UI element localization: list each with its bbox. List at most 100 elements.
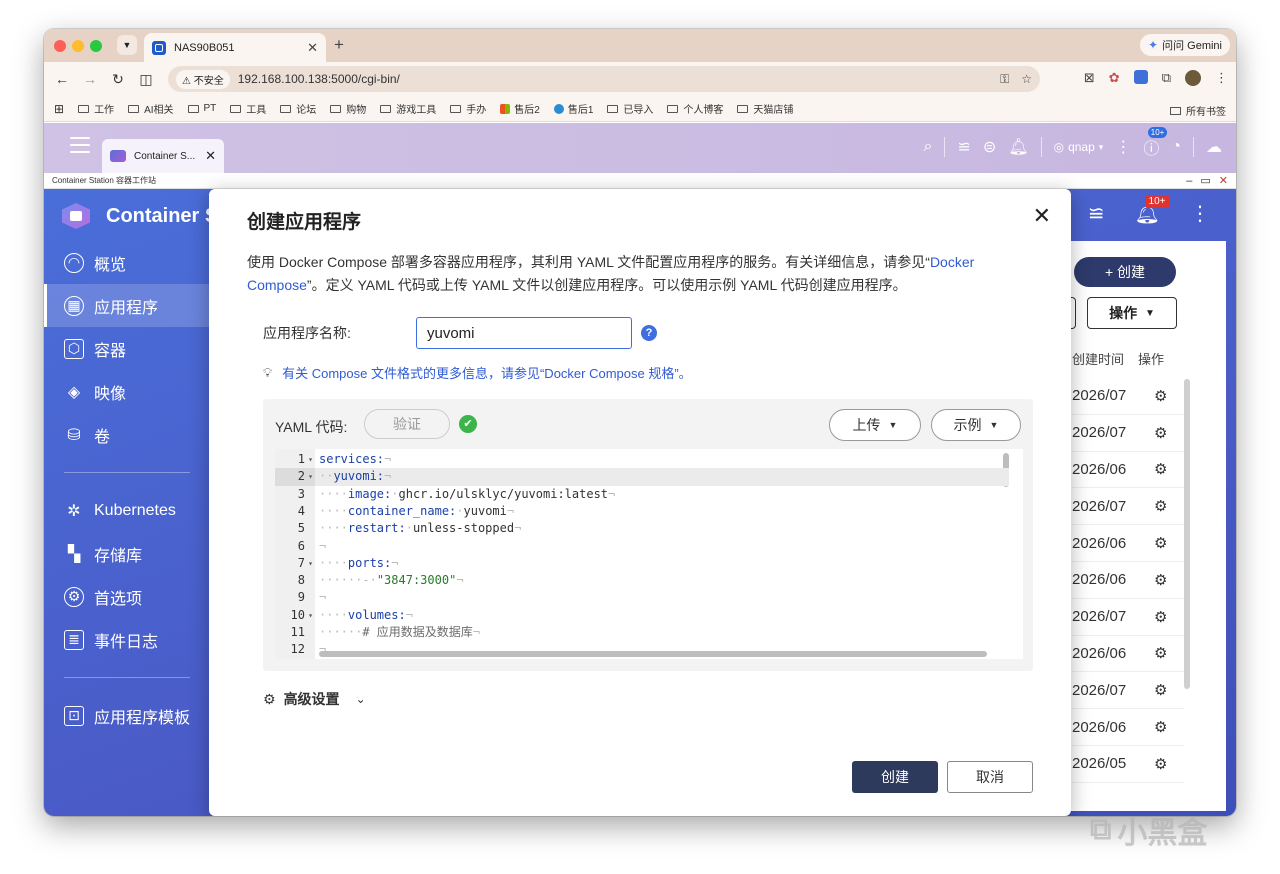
table-row[interactable]: 2026/06 ⚙ — [1072, 452, 1184, 489]
more-options-icon[interactable]: ⋮ — [1190, 201, 1210, 226]
table-scrollbar[interactable] — [1184, 379, 1190, 689]
reload-icon[interactable]: ↻ — [104, 71, 132, 88]
insecure-badge[interactable]: ⚠ 不安全 — [176, 69, 230, 89]
sidebar-item-overview[interactable]: ◠ 概览 — [44, 241, 210, 284]
settings-gear-icon[interactable]: ⚙ — [1154, 460, 1167, 478]
settings-gear-icon[interactable]: ⚙ — [1154, 497, 1167, 515]
code-line[interactable]: 12 ¬ — [275, 641, 1009, 658]
extension-icon[interactable]: ⊠ — [1084, 70, 1095, 86]
sidebar-item-applications[interactable]: ▦ 应用程序 — [44, 284, 210, 327]
user-menu[interactable]: ◎ qnap ▾ — [1054, 140, 1104, 154]
close-icon[interactable]: ✕ — [205, 148, 216, 164]
app-notification-bell-icon[interactable]: 🔔︎ 10+ — [1135, 195, 1170, 226]
code-line[interactable]: 5 ····restart:·unless-stopped¬ — [275, 520, 1009, 537]
settings-gear-icon[interactable]: ⚙ — [1154, 387, 1167, 405]
fold-arrow-icon[interactable]: ▾ — [308, 607, 313, 624]
gemini-button[interactable]: ✦ 问问 Gemini — [1140, 34, 1230, 56]
fold-arrow-icon[interactable]: ▾ — [308, 451, 313, 468]
yaml-code-editor[interactable]: 1 ▾ services:¬ 2 ▾ ··yuvomi:¬ 3 ····image:·ghcr… — [275, 449, 1023, 659]
address-bar[interactable]: ⚠ 不安全 192.168.100.138:5000/cgi-bin/ ⚿ ☆ — [168, 66, 1040, 92]
upload-dropdown[interactable]: 上传 ▼ — [829, 409, 921, 441]
table-row[interactable]: 2026/06 ⚙ — [1072, 636, 1184, 673]
settings-gear-icon[interactable]: ⚙ — [1154, 644, 1167, 662]
table-row[interactable]: 2026/07 ⚙ — [1072, 672, 1184, 710]
fold-arrow-icon[interactable]: ▾ — [308, 555, 313, 572]
sidebar-item-repository[interactable]: ▚ 存储库 — [44, 532, 210, 575]
minimize-icon[interactable]: – — [1186, 173, 1192, 189]
code-line[interactable]: 2 ▾ ··yuvomi:¬ — [275, 468, 1009, 486]
table-row[interactable]: 2026/06 ⚙ — [1072, 562, 1184, 599]
sidebar-item-preferences[interactable]: ⚙ 首选项 — [44, 575, 210, 618]
bookmark-folder[interactable]: 个人博客 — [667, 101, 723, 116]
bookmark-star-icon[interactable]: ☆ — [1021, 72, 1032, 86]
settings-gear-icon[interactable]: ⚙ — [1154, 755, 1167, 773]
settings-gear-icon[interactable]: ⚙ — [1154, 424, 1167, 442]
qnap-cloud-icon[interactable]: ☁ — [1206, 137, 1222, 157]
notification-bell-icon[interactable]: 🔔︎ — [1008, 137, 1028, 157]
minimize-window-button[interactable] — [72, 40, 84, 52]
forward-arrow-icon[interactable]: → — [76, 71, 104, 87]
extension-red-icon[interactable]: ✿ — [1109, 70, 1120, 86]
close-window-button[interactable] — [54, 40, 66, 52]
reading-mode-icon[interactable]: ◫ — [132, 71, 160, 88]
table-row[interactable]: 2026/06 ⚙ — [1072, 525, 1184, 562]
apps-grid-icon[interactable]: ⊞ — [54, 102, 64, 116]
resource-monitor-icon[interactable]: ◔ — [1171, 138, 1181, 156]
verify-button[interactable]: 验证 — [364, 409, 450, 439]
background-tasks-icon[interactable]: ≌ — [1088, 201, 1105, 226]
close-dialog-icon[interactable]: ✕ — [1033, 203, 1051, 229]
code-line[interactable]: 7 ▾ ····ports:¬ — [275, 555, 1009, 572]
settings-gear-icon[interactable]: ⚙ — [1154, 571, 1167, 589]
password-key-icon[interactable]: ⚿ — [1000, 72, 1009, 87]
external-device-icon[interactable]: ⊜ — [983, 137, 996, 157]
back-arrow-icon[interactable]: ← — [48, 71, 76, 87]
more-options-icon[interactable]: ⋮ — [1115, 137, 1131, 157]
code-line[interactable]: 1 ▾ services:¬ — [275, 451, 1009, 468]
table-row[interactable]: 2026/07 ⚙ — [1072, 378, 1184, 415]
restore-icon[interactable]: ▭ — [1200, 173, 1210, 189]
sidebar-item-images[interactable]: ◈ 映像 — [44, 370, 210, 413]
table-row[interactable]: 2026/07 ⚙ — [1072, 488, 1184, 526]
code-line[interactable]: 8 ······-·"3847:3000"¬ — [275, 572, 1009, 589]
app-name-input[interactable] — [416, 317, 632, 349]
browser-tab[interactable]: NAS90B051 ✕ — [144, 33, 326, 62]
advanced-settings-toggle[interactable]: ⚙ 高级设置 ⌄ — [263, 689, 366, 709]
table-row[interactable]: 2026/07 ⚙ — [1072, 599, 1184, 636]
settings-gear-icon[interactable]: ⚙ — [1154, 718, 1167, 736]
close-tab-icon[interactable]: ✕ — [307, 40, 318, 56]
code-line[interactable]: 6 ¬ — [275, 538, 1009, 555]
bookmark-folder[interactable]: 游戏工具 — [380, 101, 436, 116]
table-row[interactable]: 2026/06 ⚙ — [1072, 709, 1184, 746]
compose-spec-link[interactable]: 有关 Compose 文件格式的更多信息，请参见“Docker Compose … — [282, 363, 692, 382]
bookmark-folder[interactable]: 工具 — [230, 101, 266, 116]
code-line[interactable]: 4 ····container_name:·yuvomi¬ — [275, 503, 1009, 520]
extensions-puzzle-icon[interactable]: ⧉ — [1162, 70, 1171, 86]
all-bookmarks[interactable]: 所有书签 — [1170, 103, 1226, 118]
bookmark-link[interactable]: 售后1 — [553, 101, 593, 116]
sidebar-item-event-log[interactable]: ≣ 事件日志 — [44, 618, 210, 661]
settings-gear-icon[interactable]: ⚙ — [1154, 534, 1167, 552]
bookmark-folder[interactable]: AI相关 — [128, 101, 174, 116]
profile-avatar[interactable] — [1185, 70, 1201, 86]
table-row[interactable]: 2026/07 ⚙ — [1072, 415, 1184, 452]
qnap-app-tab[interactable]: Container S... ✕ — [102, 139, 224, 173]
maximize-window-button[interactable] — [90, 40, 102, 52]
bookmark-folder[interactable]: 购物 — [330, 101, 366, 116]
bookmark-folder[interactable]: 已导入 — [607, 101, 653, 116]
actions-dropdown[interactable]: 操作 ▼ — [1087, 297, 1177, 329]
search-icon[interactable]: ⌕ — [924, 138, 933, 156]
sidebar-item-volumes[interactable]: ⛁ 卷 — [44, 413, 210, 456]
create-button[interactable]: 创建 — [852, 761, 938, 793]
sample-dropdown[interactable]: 示例 ▼ — [931, 409, 1021, 441]
column-header-created[interactable]: 创建时间 — [1072, 349, 1124, 368]
bookmark-folder[interactable]: 手办 — [450, 101, 486, 116]
bookmark-folder[interactable]: 论坛 — [280, 101, 316, 116]
fold-arrow-icon[interactable]: ▾ — [308, 468, 313, 485]
settings-gear-icon[interactable]: ⚙ — [1154, 681, 1167, 699]
dashboard-icon[interactable]: ⓘ 10+ — [1143, 127, 1168, 159]
sidebar-item-containers[interactable]: ⬡ 容器 — [44, 327, 210, 370]
bookmark-folder[interactable]: 工作 — [78, 101, 114, 116]
code-line[interactable]: 3 ····image:·ghcr.io/ulsklyc/yuvomi:lates… — [275, 486, 1009, 503]
tab-search-icon[interactable]: ▼ — [117, 35, 137, 55]
create-application-button[interactable]: + 创建 — [1074, 257, 1176, 287]
